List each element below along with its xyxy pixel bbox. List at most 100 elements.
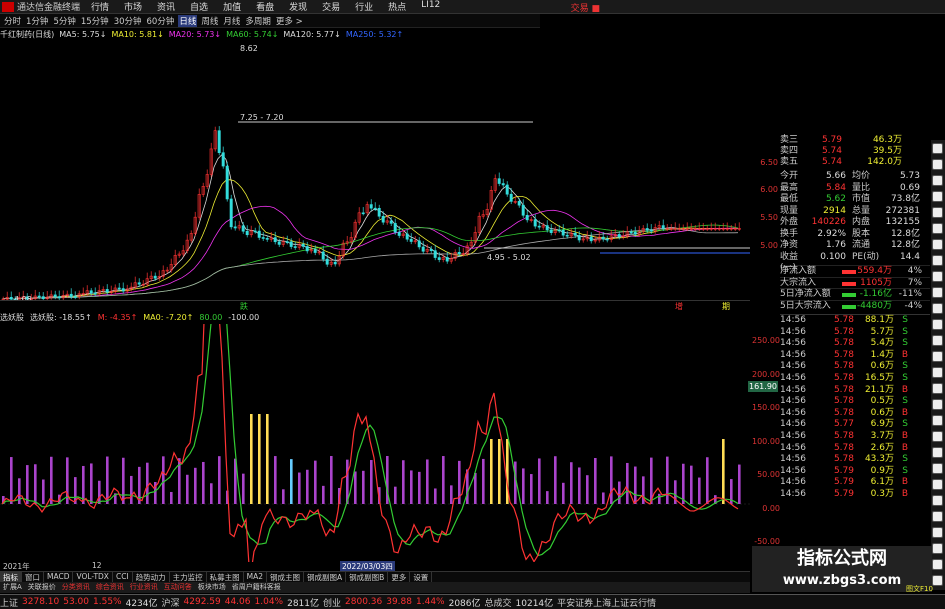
menu-item-10[interactable]: LI12: [421, 0, 440, 13]
tick-row[interactable]: 14:56 5.78 2.6万 B: [780, 443, 930, 455]
tick-row[interactable]: 14:56 5.78 43.3万 S: [780, 454, 930, 466]
indicator-tab-3[interactable]: VOL-TDX: [73, 572, 113, 582]
period-tab-0[interactable]: 分时: [3, 15, 22, 27]
tick-side: S: [902, 419, 908, 430]
indicator-tab-9[interactable]: 钢成主图: [267, 572, 305, 582]
tick-price: 5.79: [833, 488, 854, 499]
f10-button[interactable]: 图文F10: [906, 584, 933, 594]
tick-row[interactable]: 14:56 5.78 0.6万 B: [780, 408, 930, 420]
menu-item-4[interactable]: 加值: [223, 0, 241, 13]
tick-row[interactable]: 14:56 5.78 1.4万 B: [780, 350, 930, 362]
tick-time: 14:56: [780, 430, 806, 441]
indicator-tab-1[interactable]: 窗口: [22, 572, 44, 582]
tick-row[interactable]: 14:56 5.78 0.6万 S: [780, 361, 930, 373]
menu-item-1[interactable]: 市场: [124, 0, 142, 13]
indicator-tab-4[interactable]: CCI: [113, 572, 133, 582]
subtab-0[interactable]: 扩展A: [3, 582, 22, 593]
toolbar-icon[interactable]: [932, 495, 943, 506]
toolbar-icon[interactable]: [932, 351, 943, 362]
candle-body: [253, 230, 257, 233]
indicator-tab-0[interactable]: 指标: [0, 572, 22, 582]
tick-row[interactable]: 14:56 5.77 6.9万 S: [780, 419, 930, 431]
subtab-5[interactable]: 互动问答: [164, 582, 192, 593]
menu-item-3[interactable]: 自选: [190, 0, 208, 13]
menu-item-8[interactable]: 行业: [355, 0, 373, 13]
toolbar-icon[interactable]: [932, 335, 943, 346]
tick-list[interactable]: 14:56 5.78 88.1万 S 14:56 5.78 5.7万 S 14:56 5.78 5.…: [780, 314, 930, 501]
menu-item-0[interactable]: 行情: [91, 0, 109, 13]
indicator-tab-10[interactable]: 钢成副图A: [304, 572, 347, 582]
toolbar-icon[interactable]: [932, 271, 943, 282]
trade-button[interactable]: 交易 ■: [571, 1, 600, 14]
toolbar-icon[interactable]: [932, 255, 943, 266]
tick-row[interactable]: 14:56 5.79 0.9万 S: [780, 466, 930, 478]
quote-value: 5.62: [825, 194, 846, 204]
tick-row[interactable]: 14:56 5.78 88.1万 S: [780, 315, 930, 327]
tick-row[interactable]: 14:56 5.78 21.1万 B: [780, 385, 930, 397]
toolbar-icon[interactable]: [932, 511, 943, 522]
toolbar-icon[interactable]: [932, 463, 943, 474]
toolbar-icon[interactable]: [932, 175, 943, 186]
toolbar-icon[interactable]: [932, 207, 943, 218]
toolbar-icon[interactable]: [932, 239, 943, 250]
toolbar-icon[interactable]: [932, 431, 943, 442]
period-tab-1[interactable]: 1分钟: [25, 15, 49, 27]
toolbar-icon[interactable]: [932, 575, 943, 586]
menu-item-5[interactable]: 看盘: [256, 0, 274, 13]
toolbar-icon[interactable]: [932, 367, 943, 378]
period-tab-3[interactable]: 15分钟: [80, 15, 110, 27]
status-item-11: 2800.36: [345, 597, 383, 607]
candlestick-chart[interactable]: 8.627.25 - 7.204.95 - 5.024.08: [0, 41, 750, 301]
subtab-4[interactable]: 行业资讯: [130, 582, 158, 593]
tick-row[interactable]: 14:56 5.79 6.1万 B: [780, 477, 930, 489]
tick-row[interactable]: 14:56 5.78 5.7万 S: [780, 327, 930, 339]
period-tab-8[interactable]: 月线: [222, 15, 241, 27]
indicator-tab-5[interactable]: 趋势动力: [133, 572, 170, 582]
indicator-tab-11[interactable]: 钢成副图B: [346, 572, 389, 582]
toolbar-icon[interactable]: [932, 415, 943, 426]
period-tab-2[interactable]: 5分钟: [52, 15, 76, 27]
toolbar-icon[interactable]: [932, 543, 943, 554]
menu-item-7[interactable]: 交易: [322, 0, 340, 13]
toolbar-icon[interactable]: [932, 143, 943, 154]
tick-row[interactable]: 14:56 5.79 0.3万 B: [780, 489, 930, 501]
period-tab-5[interactable]: 60分钟: [146, 15, 176, 27]
toolbar-icon[interactable]: [932, 479, 943, 490]
toolbar-icon[interactable]: [932, 527, 943, 538]
toolbar-icon[interactable]: [932, 223, 943, 234]
toolbar-icon[interactable]: [932, 191, 943, 202]
indicator-bar: [490, 439, 493, 504]
toolbar-icon[interactable]: [932, 559, 943, 570]
toolbar-icon[interactable]: [932, 287, 943, 298]
period-tab-4[interactable]: 30分钟: [113, 15, 143, 27]
subtab-2[interactable]: 分类资讯: [62, 582, 90, 593]
indicator-chart[interactable]: [0, 324, 750, 562]
subtab-3[interactable]: 综合资讯: [96, 582, 124, 593]
toolbar-icon[interactable]: [932, 303, 943, 314]
toolbar-icon[interactable]: [932, 383, 943, 394]
toolbar-icon[interactable]: [932, 447, 943, 458]
period-tab-9[interactable]: 多周期: [244, 15, 272, 27]
period-tab-10[interactable]: 更多 >: [275, 15, 304, 27]
toolbar-icon[interactable]: [932, 319, 943, 330]
indicator-tab-7[interactable]: 私募主图: [207, 572, 244, 582]
indicator-tab-12[interactable]: 更多: [388, 572, 411, 582]
indicator-tab-6[interactable]: 主力监控: [170, 572, 207, 582]
tick-row[interactable]: 14:56 5.78 16.5万 S: [780, 373, 930, 385]
indicator-tab-13[interactable]: 设置: [410, 572, 433, 582]
subtab-7[interactable]: 省周户籍科客报: [232, 582, 281, 593]
subtab-6[interactable]: 板块市场: [198, 582, 226, 593]
subtab-1[interactable]: 关联报价: [28, 582, 56, 593]
tick-row[interactable]: 14:56 5.78 5.4万 S: [780, 338, 930, 350]
menu-item-6[interactable]: 发现: [289, 0, 307, 13]
indicator-tab-2[interactable]: MACD: [44, 572, 74, 582]
tick-row[interactable]: 14:56 5.78 0.5万 S: [780, 396, 930, 408]
toolbar-icon[interactable]: [932, 159, 943, 170]
menu-item-2[interactable]: 资讯: [157, 0, 175, 13]
period-tab-7[interactable]: 周线: [200, 15, 219, 27]
period-tab-6[interactable]: 日线: [178, 14, 198, 27]
toolbar-icon[interactable]: [932, 399, 943, 410]
tick-row[interactable]: 14:56 5.78 3.7万 B: [780, 431, 930, 443]
indicator-tab-8[interactable]: MA2: [244, 572, 268, 582]
menu-item-9[interactable]: 热点: [388, 0, 406, 13]
